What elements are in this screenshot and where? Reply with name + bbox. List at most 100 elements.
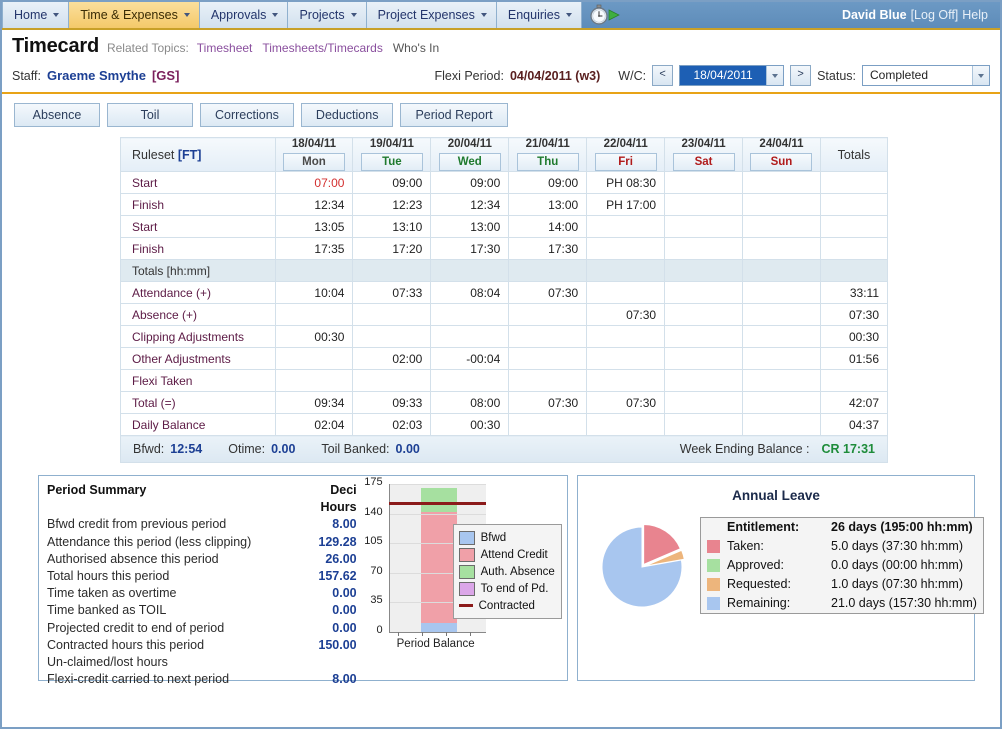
- cell-value[interactable]: [742, 369, 821, 392]
- cell-value[interactable]: [664, 391, 744, 414]
- cell-value[interactable]: 09:00: [352, 171, 432, 194]
- week-commencing-value[interactable]: 18/04/2011: [680, 66, 767, 85]
- cell-value[interactable]: [430, 325, 510, 348]
- cell-value[interactable]: [742, 303, 821, 326]
- cell-value[interactable]: [508, 303, 588, 326]
- cell-value[interactable]: 09:00: [508, 171, 588, 194]
- cell-value[interactable]: [742, 215, 821, 238]
- nav-item-home[interactable]: Home: [2, 2, 70, 28]
- cell-value[interactable]: [586, 413, 666, 436]
- cell-value[interactable]: [664, 369, 744, 392]
- cell-value[interactable]: [586, 347, 666, 370]
- related-link-who-s-in[interactable]: Who's In: [393, 41, 439, 55]
- cell-value[interactable]: 13:00: [508, 193, 588, 216]
- chevron-down-icon[interactable]: [972, 66, 989, 85]
- cell-value[interactable]: 09:00: [430, 171, 510, 194]
- day-button-sun[interactable]: Sun: [750, 153, 813, 171]
- cell-value[interactable]: [586, 325, 666, 348]
- cell-value[interactable]: 02:03: [352, 413, 432, 436]
- cell-value[interactable]: 12:34: [430, 193, 510, 216]
- cell-value[interactable]: 00:30: [430, 413, 510, 436]
- cell-value[interactable]: [274, 369, 354, 392]
- period-report-button[interactable]: Period Report: [400, 103, 508, 127]
- cell-value[interactable]: [664, 215, 744, 238]
- cell-value[interactable]: [742, 259, 821, 282]
- cell-value[interactable]: 17:30: [508, 237, 588, 260]
- cell-value[interactable]: [430, 369, 510, 392]
- cell-value[interactable]: 07:30: [508, 281, 588, 304]
- cell-value[interactable]: [742, 325, 821, 348]
- cell-value[interactable]: [664, 259, 744, 282]
- day-button-thu[interactable]: Thu: [516, 153, 579, 171]
- cell-value[interactable]: 13:05: [274, 215, 354, 238]
- cell-value[interactable]: 09:33: [352, 391, 432, 414]
- cell-value[interactable]: [664, 413, 744, 436]
- cell-value[interactable]: [742, 237, 821, 260]
- cell-value[interactable]: [274, 259, 354, 282]
- cell-value[interactable]: [508, 413, 588, 436]
- cell-value[interactable]: 02:04: [274, 413, 354, 436]
- cell-value[interactable]: [508, 369, 588, 392]
- cell-value[interactable]: [742, 391, 821, 414]
- cell-value[interactable]: [586, 237, 666, 260]
- cell-value[interactable]: [274, 303, 354, 326]
- cell-value[interactable]: 07:30: [586, 303, 666, 326]
- nav-item-enquiries[interactable]: Enquiries: [496, 2, 582, 28]
- cell-value[interactable]: 14:00: [508, 215, 588, 238]
- status-value[interactable]: Completed: [863, 66, 972, 85]
- week-commencing-select[interactable]: 18/04/2011: [679, 65, 785, 86]
- deductions-button[interactable]: Deductions: [300, 103, 394, 127]
- cell-value[interactable]: PH 17:00: [586, 193, 666, 216]
- nav-item-projects[interactable]: Projects: [288, 2, 367, 28]
- cell-value[interactable]: [664, 171, 744, 194]
- cell-value[interactable]: -00:04: [430, 347, 510, 370]
- cell-value[interactable]: 17:30: [430, 237, 510, 260]
- cell-value[interactable]: [664, 281, 744, 304]
- cell-value[interactable]: 08:04: [430, 281, 510, 304]
- cell-value[interactable]: [430, 303, 510, 326]
- cell-value[interactable]: 10:04: [274, 281, 354, 304]
- cell-value[interactable]: 12:34: [274, 193, 354, 216]
- cell-value[interactable]: [274, 347, 354, 370]
- cell-value[interactable]: PH 08:30: [586, 171, 666, 194]
- cell-value[interactable]: [664, 193, 744, 216]
- cell-value[interactable]: [586, 259, 666, 282]
- cell-value[interactable]: [742, 413, 821, 436]
- cell-value[interactable]: 07:30: [508, 391, 588, 414]
- chevron-down-icon[interactable]: [766, 66, 784, 85]
- cell-value[interactable]: 09:34: [274, 391, 354, 414]
- cell-value[interactable]: 17:35: [274, 237, 354, 260]
- absence-button[interactable]: Absence: [14, 103, 100, 127]
- cell-value[interactable]: [586, 281, 666, 304]
- stopwatch-icon[interactable]: [582, 2, 626, 28]
- cell-value[interactable]: 08:00: [430, 391, 510, 414]
- cell-value[interactable]: [742, 347, 821, 370]
- day-button-tue[interactable]: Tue: [360, 153, 423, 171]
- cell-value[interactable]: 07:33: [352, 281, 432, 304]
- cell-value[interactable]: 17:20: [352, 237, 432, 260]
- cell-value[interactable]: [586, 369, 666, 392]
- cell-value[interactable]: [508, 259, 588, 282]
- cell-value[interactable]: [664, 303, 744, 326]
- cell-value[interactable]: 02:00: [352, 347, 432, 370]
- previous-week-button[interactable]: <: [652, 65, 674, 86]
- cell-value[interactable]: [352, 369, 432, 392]
- cell-value[interactable]: 07:00: [274, 171, 354, 194]
- toil-button[interactable]: Toil: [107, 103, 193, 127]
- cell-value[interactable]: [586, 215, 666, 238]
- logoff-link[interactable]: [Log Off]: [911, 8, 959, 22]
- cell-value[interactable]: [664, 347, 744, 370]
- day-button-fri[interactable]: Fri: [594, 153, 657, 171]
- cell-value[interactable]: [352, 259, 432, 282]
- staff-name[interactable]: Graeme Smythe: [47, 68, 146, 83]
- cell-value[interactable]: [430, 259, 510, 282]
- nav-item-approvals[interactable]: Approvals: [199, 2, 289, 28]
- cell-value[interactable]: [352, 303, 432, 326]
- cell-value[interactable]: 07:30: [586, 391, 666, 414]
- next-week-button[interactable]: >: [790, 65, 812, 86]
- day-button-mon[interactable]: Mon: [282, 153, 345, 171]
- related-link-timesheet[interactable]: Timesheet: [197, 41, 253, 55]
- cell-value[interactable]: 12:23: [352, 193, 432, 216]
- nav-item-time-expenses[interactable]: Time & Expenses: [69, 2, 200, 28]
- cell-value[interactable]: 13:10: [352, 215, 432, 238]
